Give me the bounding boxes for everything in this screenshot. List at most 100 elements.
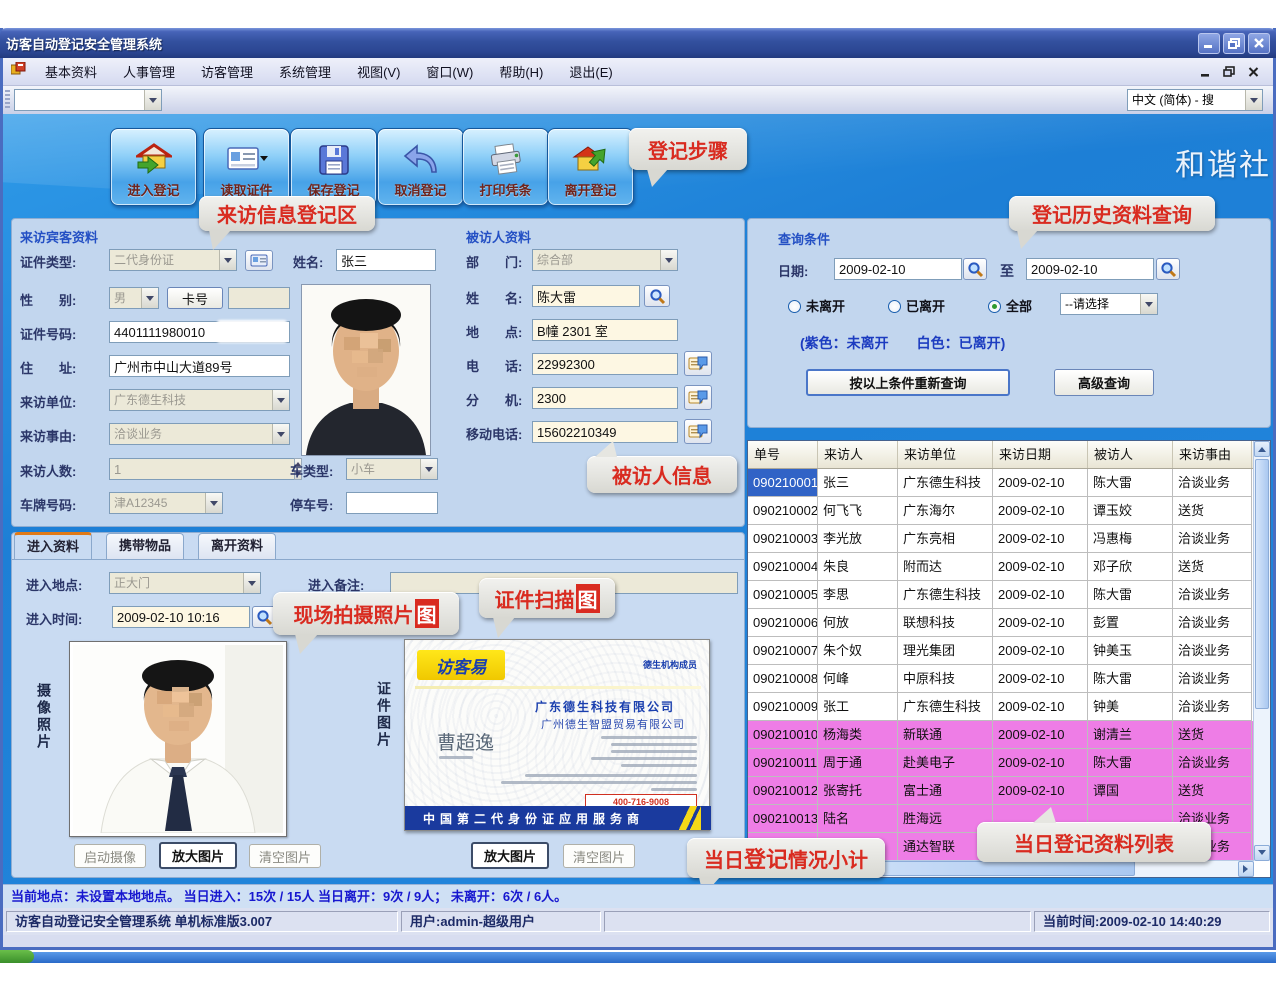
- radio-left[interactable]: 已离开: [888, 296, 945, 316]
- table-row[interactable]: 090210001张三广东德生科技2009-02-10陈大雷洽谈业务: [748, 469, 1270, 497]
- start-button-edge[interactable]: [0, 950, 34, 963]
- table-cell[interactable]: 赴美电子: [898, 749, 993, 777]
- table-cell[interactable]: 朱个奴: [818, 637, 898, 665]
- mdi-close-icon[interactable]: [1245, 65, 1261, 79]
- mdi-restore-icon[interactable]: [1221, 65, 1237, 79]
- chevron-down-icon[interactable]: [243, 573, 260, 593]
- menu-item[interactable]: 退出(E): [556, 58, 625, 85]
- zoom-photo-button[interactable]: 放大图片: [159, 842, 237, 869]
- table-cell[interactable]: 2009-02-10: [993, 553, 1088, 581]
- location-input[interactable]: [532, 319, 678, 341]
- chevron-down-icon[interactable]: [141, 288, 158, 308]
- card-number-input[interactable]: [228, 287, 290, 309]
- column-header[interactable]: 来访人: [818, 441, 898, 468]
- enter-register-button[interactable]: 进入登记: [110, 128, 197, 206]
- mobile-input[interactable]: [532, 421, 678, 443]
- table-cell[interactable]: 2009-02-10: [993, 497, 1088, 525]
- date-from-picker-icon[interactable]: [963, 258, 987, 280]
- table-cell[interactable]: 090210001: [748, 469, 818, 497]
- table-cell[interactable]: 广东海尔: [898, 497, 993, 525]
- table-cell[interactable]: 洽谈业务: [1173, 693, 1252, 721]
- table-row[interactable]: 090210007朱个奴理光集团2009-02-10钟美玉洽谈业务: [748, 637, 1270, 665]
- table-cell[interactable]: 广东德生科技: [898, 469, 993, 497]
- table-row[interactable]: 090210008何峰中原科技2009-02-10陈大雷洽谈业务: [748, 665, 1270, 693]
- table-cell[interactable]: 090210007: [748, 637, 818, 665]
- chevron-down-icon[interactable]: [1245, 90, 1262, 110]
- table-cell[interactable]: 谭国: [1088, 777, 1173, 805]
- table-cell[interactable]: 2009-02-10: [993, 721, 1088, 749]
- column-header[interactable]: 来访单位: [898, 441, 993, 468]
- scroll-thumb[interactable]: [1255, 459, 1269, 709]
- chevron-down-icon[interactable]: [660, 250, 677, 270]
- table-row[interactable]: 090210004朱良附而达2009-02-10邓子欣送货: [748, 553, 1270, 581]
- table-row[interactable]: 090210003李光放广东亮相2009-02-10冯惠梅洽谈业务: [748, 525, 1270, 553]
- table-cell[interactable]: 理光集团: [898, 637, 993, 665]
- leave-register-button[interactable]: 离开登记: [547, 128, 634, 206]
- tab-entry-info[interactable]: 进入资料: [14, 532, 92, 559]
- department-combobox[interactable]: 综合部: [532, 249, 678, 271]
- table-cell[interactable]: 090210011: [748, 749, 818, 777]
- table-cell[interactable]: 洽谈业务: [1173, 525, 1252, 553]
- table-row[interactable]: 090210009张工广东德生科技2009-02-10钟美洽谈业务: [748, 693, 1270, 721]
- table-cell[interactable]: 钟美: [1088, 693, 1173, 721]
- table-cell[interactable]: 谭玉姣: [1088, 497, 1173, 525]
- chevron-down-icon[interactable]: [272, 424, 289, 444]
- scroll-up-icon[interactable]: [1254, 441, 1270, 457]
- vertical-scrollbar[interactable]: [1253, 441, 1270, 861]
- table-cell[interactable]: 李光放: [818, 525, 898, 553]
- search-person-icon[interactable]: [644, 285, 670, 307]
- menu-item[interactable]: 人事管理: [110, 58, 188, 85]
- table-cell[interactable]: 2009-02-10: [993, 777, 1088, 805]
- scroll-down-icon[interactable]: [1254, 845, 1270, 861]
- table-cell[interactable]: 陈大雷: [1088, 665, 1173, 693]
- language-bar[interactable]: 中文 (简体) - 搜: [1127, 89, 1263, 111]
- save-register-button[interactable]: 保存登记: [290, 128, 377, 206]
- radio-checked-icon[interactable]: [988, 300, 1001, 313]
- menu-item[interactable]: 系统管理: [266, 58, 344, 85]
- query-select-combobox[interactable]: --请选择: [1060, 293, 1158, 315]
- table-cell[interactable]: 彭置: [1088, 609, 1173, 637]
- quick-select-combobox[interactable]: [14, 89, 162, 111]
- read-card-button[interactable]: 读取证件: [203, 128, 290, 206]
- zoom-idscan-button[interactable]: 放大图片: [471, 842, 549, 869]
- table-cell[interactable]: 陈大雷: [1088, 581, 1173, 609]
- table-cell[interactable]: 2009-02-10: [993, 665, 1088, 693]
- vehicle-type-combobox[interactable]: 小车: [346, 458, 438, 480]
- table-cell[interactable]: 联想科技: [898, 609, 993, 637]
- table-cell[interactable]: 周于通: [818, 749, 898, 777]
- table-cell[interactable]: 张三: [818, 469, 898, 497]
- cancel-register-button[interactable]: 取消登记: [377, 128, 464, 206]
- menu-item[interactable]: 视图(V): [344, 58, 413, 85]
- menu-item[interactable]: 帮助(H): [486, 58, 556, 85]
- table-cell[interactable]: 谢清兰: [1088, 721, 1173, 749]
- entry-time-input[interactable]: [112, 606, 250, 628]
- reason-combobox[interactable]: 洽谈业务: [109, 423, 290, 445]
- table-cell[interactable]: 090210002: [748, 497, 818, 525]
- table-cell[interactable]: 张寄托: [818, 777, 898, 805]
- table-cell[interactable]: 2009-02-10: [993, 581, 1088, 609]
- column-header[interactable]: 来访日期: [993, 441, 1088, 468]
- title-bar[interactable]: 访客自动登记安全管理系统: [0, 28, 1276, 58]
- table-cell[interactable]: 090210013: [748, 805, 818, 833]
- column-header[interactable]: 单号: [748, 441, 818, 468]
- table-cell[interactable]: 090210008: [748, 665, 818, 693]
- table-cell[interactable]: 2009-02-10: [993, 525, 1088, 553]
- table-row[interactable]: 090210002何飞飞广东海尔2009-02-10谭玉姣送货: [748, 497, 1270, 525]
- table-cell[interactable]: 陈大雷: [1088, 469, 1173, 497]
- plate-combobox[interactable]: 津A12345: [109, 492, 223, 514]
- table-cell[interactable]: 陈大雷: [1088, 749, 1173, 777]
- table-cell[interactable]: 杨海类: [818, 721, 898, 749]
- entry-location-combobox[interactable]: 正大门: [109, 572, 261, 594]
- clear-idscan-button[interactable]: 清空图片: [563, 844, 635, 868]
- table-cell[interactable]: 090210005: [748, 581, 818, 609]
- table-cell[interactable]: 何放: [818, 609, 898, 637]
- card-reader-icon[interactable]: [245, 250, 273, 271]
- sms-notify-icon[interactable]: [684, 385, 712, 410]
- table-cell[interactable]: 2009-02-10: [993, 609, 1088, 637]
- taskbar-edge[interactable]: [0, 952, 1276, 963]
- date-to-picker-icon[interactable]: [1156, 258, 1180, 280]
- table-cell[interactable]: 2009-02-10: [993, 469, 1088, 497]
- column-header[interactable]: 被访人: [1088, 441, 1173, 468]
- table-cell[interactable]: 李思: [818, 581, 898, 609]
- table-cell[interactable]: 洽谈业务: [1173, 581, 1252, 609]
